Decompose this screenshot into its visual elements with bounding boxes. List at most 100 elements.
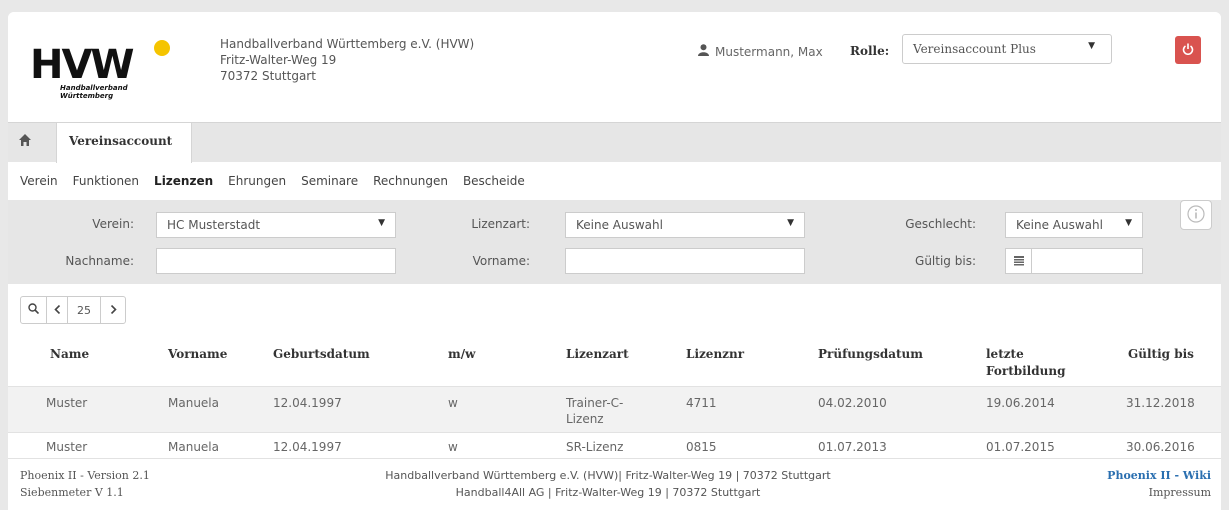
home-button[interactable]	[18, 133, 46, 153]
header: HVW Handballverband Württemberg Handball…	[8, 12, 1221, 122]
column-header-mw[interactable]: m/w	[448, 346, 475, 363]
cell-mw: w	[448, 440, 458, 454]
verein-label: Verein:	[92, 217, 134, 231]
subnav-seminare[interactable]: Seminare	[301, 174, 358, 188]
column-header-pruefungsdatum[interactable]: Prüfungsdatum	[818, 346, 923, 363]
user-name: Mustermann, Max	[715, 44, 823, 59]
sub-navigation: Verein Funktionen Lizenzen Ehrungen Semi…	[8, 162, 1221, 200]
column-header-geburtsdatum[interactable]: Geburtsdatum	[273, 346, 370, 363]
vorname-label: Vorname:	[472, 254, 530, 268]
role-value: Vereinsaccount Plus	[913, 42, 1036, 56]
svg-text:Württemberg: Württemberg	[60, 92, 113, 100]
app-version: Phoenix II - Version 2.1	[20, 469, 150, 482]
cell-gueltig-bis: 31.12.2018	[1126, 396, 1195, 410]
cell-letzte-fortbildung: 01.07.2015	[986, 440, 1055, 454]
info-button[interactable]	[1180, 200, 1212, 230]
cell-vorname: Manuela	[168, 440, 219, 454]
vorname-input[interactable]	[565, 248, 805, 274]
previous-page-button[interactable]	[47, 297, 67, 323]
impressum-link[interactable]: Impressum	[1107, 484, 1211, 501]
cell-lizenzart: Trainer-C-Lizenz	[566, 396, 624, 426]
cell-lizenzart: SR-Lizenz	[566, 440, 624, 454]
lizenzart-select[interactable]: Keine Auswahl ▼	[565, 212, 805, 238]
cell-lizenznr: 0815	[686, 440, 717, 454]
power-icon	[1182, 43, 1194, 58]
hvw-logo[interactable]: HVW Handballverband Württemberg	[28, 36, 188, 102]
subnav-lizenzen[interactable]: Lizenzen	[154, 174, 213, 188]
subnav-verein[interactable]: Verein	[20, 174, 58, 188]
caret-down-icon: ▼	[1125, 218, 1132, 228]
geschlecht-label: Geschlecht:	[905, 217, 976, 231]
svg-text:HVW: HVW	[30, 42, 133, 88]
column-header-lizenznr[interactable]: Lizenznr	[686, 346, 744, 363]
filter-panel: Verein: HC Musterstadt ▼ Lizenzart: Kein…	[8, 200, 1221, 284]
cell-name: Muster	[46, 396, 88, 410]
cell-gueltig-bis: 30.06.2016	[1126, 440, 1195, 454]
org-street: Fritz-Walter-Weg 19	[220, 53, 337, 67]
pager: 25	[20, 296, 126, 324]
licenses-table: Name Vorname Geburtsdatum m/w Lizenzart …	[8, 338, 1221, 460]
cell-letzte-fortbildung: 19.06.2014	[986, 396, 1055, 410]
column-header-gueltig-bis[interactable]: Gültig bis	[1128, 346, 1194, 363]
caret-down-icon: ▼	[787, 218, 794, 228]
user-icon	[698, 44, 709, 59]
verein-value: HC Musterstadt	[167, 218, 261, 232]
table-row[interactable]: Muster Manuela 12.04.1997 w Trainer-C-Li…	[8, 386, 1221, 432]
cell-pruefungsdatum: 04.02.2010	[818, 396, 887, 410]
cell-name: Muster	[46, 440, 88, 454]
footer-line-hvw: Handballverband Württemberg e.V. (HVW)| …	[385, 469, 831, 482]
subnav-funktionen[interactable]: Funktionen	[73, 174, 139, 188]
tab-bar: Vereinsaccount	[8, 122, 1221, 163]
info-icon	[1187, 204, 1205, 226]
table-row[interactable]: Muster Manuela 12.04.1997 w SR-Lizenz 08…	[8, 432, 1221, 460]
column-header-letzte-fortbildung[interactable]: letzte Fortbildung	[986, 346, 1086, 380]
lizenzart-label: Lizenzart:	[471, 217, 530, 231]
org-city: 70372 Stuttgart	[220, 69, 316, 83]
page-size-field[interactable]: 25	[67, 297, 101, 323]
org-name: Handballverband Württemberg e.V. (HVW)	[220, 37, 475, 51]
home-icon	[18, 134, 32, 150]
cell-vorname: Manuela	[168, 396, 219, 410]
tab-vereinsaccount[interactable]: Vereinsaccount	[56, 123, 192, 163]
cell-geburtsdatum: 12.04.1997	[273, 440, 342, 454]
column-header-name[interactable]: Name	[50, 346, 89, 363]
caret-down-icon: ▼	[378, 218, 385, 228]
calendar-icon[interactable]	[1006, 249, 1032, 273]
chevron-right-icon	[110, 304, 117, 317]
cell-lizenznr: 4711	[686, 396, 717, 410]
caret-down-icon: ▼	[1088, 41, 1095, 51]
organization-address: Handballverband Württemberg e.V. (HVW) F…	[220, 36, 474, 84]
footer-address: Handballverband Württemberg e.V. (HVW)| …	[308, 467, 908, 501]
column-header-lizenzart[interactable]: Lizenzart	[566, 346, 629, 363]
cell-geburtsdatum: 12.04.1997	[273, 396, 342, 410]
geschlecht-select[interactable]: Keine Auswahl ▼	[1005, 212, 1143, 238]
logout-button[interactable]	[1175, 36, 1201, 64]
table-header: Name Vorname Geburtsdatum m/w Lizenzart …	[8, 338, 1221, 386]
search-icon	[28, 303, 40, 317]
wiki-link[interactable]: Phoenix II - Wiki	[1107, 467, 1211, 484]
subnav-rechnungen[interactable]: Rechnungen	[373, 174, 448, 188]
app-frame: HVW Handballverband Württemberg Handball…	[8, 12, 1221, 510]
lizenzart-value: Keine Auswahl	[576, 218, 663, 232]
subnav-ehrungen[interactable]: Ehrungen	[228, 174, 286, 188]
footer-links: Phoenix II - Wiki Impressum	[1107, 467, 1211, 501]
nachname-input[interactable]	[156, 248, 396, 274]
cell-mw: w	[448, 396, 458, 410]
cell-pruefungsdatum: 01.07.2013	[818, 440, 887, 454]
verein-select[interactable]: HC Musterstadt ▼	[156, 212, 396, 238]
chevron-left-icon	[53, 304, 61, 317]
search-button[interactable]	[21, 297, 47, 323]
svg-text:Handballverband: Handballverband	[60, 84, 129, 92]
footer-version-info: Phoenix II - Version 2.1 Siebenmeter V 1…	[20, 467, 150, 501]
footer: Phoenix II - Version 2.1 Siebenmeter V 1…	[8, 458, 1221, 510]
column-header-vorname[interactable]: Vorname	[168, 346, 227, 363]
siebenmeter-version: Siebenmeter V 1.1	[20, 486, 124, 499]
role-select[interactable]: Vereinsaccount Plus ▼	[902, 34, 1112, 64]
role-label: Rolle:	[850, 44, 890, 58]
geschlecht-value: Keine Auswahl	[1016, 218, 1103, 232]
subnav-bescheide[interactable]: Bescheide	[463, 174, 525, 188]
gueltig-bis-field[interactable]	[1005, 248, 1143, 274]
next-page-button[interactable]	[101, 297, 125, 323]
gueltig-bis-label: Gültig bis:	[915, 254, 976, 268]
current-user[interactable]: Mustermann, Max	[698, 44, 823, 59]
